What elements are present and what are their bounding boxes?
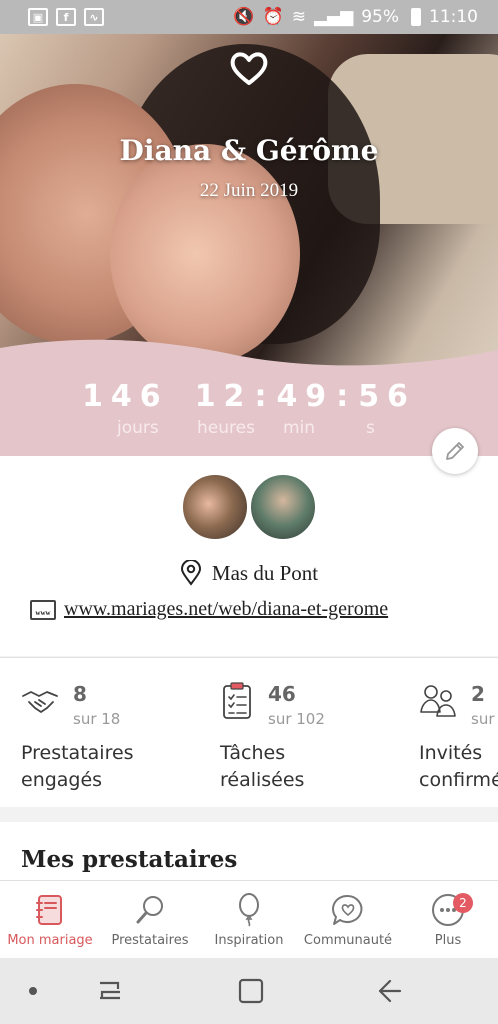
back-button[interactable] — [378, 979, 402, 1003]
countdown-hours: 12 — [194, 379, 253, 414]
stat-label-line: réalisées — [220, 769, 305, 791]
wedding-info-card: Mas du Pont www www.mariages.net/web/dia… — [0, 456, 498, 656]
days-label: jours — [117, 418, 159, 438]
stats-row: 8 sur 18 Prestataires engagés 46 sur 102… — [0, 657, 498, 807]
countdown-minutes: 49 — [276, 379, 335, 414]
mute-icon: 🔇 — [233, 7, 255, 27]
couple-hero: Diana & Gérôme 22 Juin 2019 146 12 : 49 … — [0, 34, 498, 456]
guests-icon — [420, 685, 456, 717]
battery-icon — [411, 8, 421, 26]
hours-label: heures — [197, 418, 255, 438]
couple-names: Diana & Gérôme — [119, 134, 379, 167]
stat-label-line: Invités — [419, 742, 483, 764]
nav-label: Prestataires — [111, 933, 189, 948]
couple-avatars — [180, 472, 318, 542]
gallery-notification-icon: ▣ — [28, 8, 48, 26]
home-button[interactable] — [238, 978, 264, 1004]
edit-button[interactable] — [432, 428, 478, 474]
system-nav-bar — [0, 958, 498, 1024]
stat-label-line: Prestataires — [21, 742, 134, 764]
notification-badge: 2 — [453, 893, 473, 913]
system-status: 🔇 ⏰ ≋ ▂▄▆ 95% 11:10 — [233, 7, 478, 27]
wedding-date: 22 Juin 2019 — [199, 180, 299, 201]
nav-label: Communauté — [303, 933, 393, 948]
stat-label: Prestataires engagés — [21, 740, 134, 794]
nav-more[interactable]: 2 Plus — [398, 881, 498, 959]
countdown-seconds: 56 — [358, 379, 416, 414]
nav-label: Plus — [434, 933, 462, 948]
my-vendors-section: Mes prestataires — [0, 822, 498, 882]
venue-name: Mas du Pont — [211, 560, 319, 585]
activity-notification-icon: ∿ — [84, 8, 104, 26]
nav-inspiration[interactable]: Inspiration — [200, 881, 298, 959]
facebook-notification-icon: f — [56, 8, 76, 26]
countdown-separator: : — [336, 379, 357, 414]
bottom-nav: Mon mariage Prestataires Inspiration Com… — [0, 880, 498, 958]
seconds-label: s — [366, 418, 375, 438]
nav-dot-icon — [29, 987, 37, 995]
alarm-icon: ⏰ — [262, 7, 284, 27]
nav-label: Inspiration — [214, 933, 284, 948]
stat-count: 8 — [73, 682, 87, 706]
stat-total: sur — [471, 710, 495, 728]
location-pin-icon — [180, 560, 201, 586]
avatar[interactable] — [248, 472, 318, 542]
more-icon: 2 — [429, 891, 473, 929]
stat-total: sur 102 — [268, 710, 325, 728]
clipboard-checklist-icon — [223, 682, 251, 719]
website-url[interactable]: www.mariages.net/web/diana-et-gerome — [64, 598, 388, 621]
recents-button[interactable] — [100, 981, 120, 1000]
notebook-icon — [31, 891, 69, 929]
countdown: 146 12 : 49 : 56 jours heures min s — [0, 379, 498, 438]
countdown-separator: : — [254, 379, 275, 414]
pencil-icon — [446, 442, 464, 460]
stat-label: Tâches réalisées — [220, 740, 304, 794]
stat-count: 2 — [471, 682, 485, 706]
countdown-days: 146 — [82, 379, 169, 414]
search-icon — [131, 891, 169, 929]
stat-count: 46 — [268, 682, 296, 706]
nav-vendors[interactable]: Prestataires — [100, 881, 200, 959]
browser-icon: www — [30, 599, 56, 620]
heart-icon — [0, 50, 498, 95]
battery-level: 95% — [361, 7, 399, 27]
wifi-icon: ≋ — [291, 7, 306, 27]
signal-icon: ▂▄▆ — [313, 7, 354, 27]
clock: 11:10 — [429, 7, 478, 27]
stat-label-line: confirmé — [419, 769, 498, 791]
status-bar: ▣ f ∿ 🔇 ⏰ ≋ ▂▄▆ 95% 11:10 — [0, 0, 498, 34]
chat-heart-icon — [329, 891, 367, 929]
nav-my-wedding[interactable]: Mon mariage — [0, 881, 100, 959]
nav-community[interactable]: Communauté — [298, 881, 398, 959]
notification-icons: ▣ f ∿ — [28, 8, 104, 26]
nav-label: Mon mariage — [7, 933, 93, 948]
handshake-icon — [22, 691, 58, 713]
stat-label-line: Tâches — [220, 742, 286, 764]
section-title: Mes prestataires — [21, 846, 238, 873]
stat-total: sur 18 — [73, 710, 121, 728]
avatar[interactable] — [180, 472, 250, 542]
venue[interactable]: Mas du Pont — [0, 560, 498, 586]
stat-label: Invités confirmé — [419, 740, 498, 794]
stat-label-line: engagés — [21, 769, 103, 791]
balloon-icon — [230, 891, 268, 929]
wedding-website-link[interactable]: www www.mariages.net/web/diana-et-gerome — [30, 598, 388, 621]
hero-photo-person2 — [110, 144, 300, 364]
minutes-label: min — [283, 418, 316, 438]
